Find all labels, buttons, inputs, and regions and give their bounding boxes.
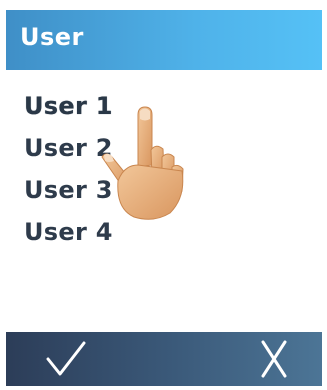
cancel-button[interactable] <box>234 332 314 386</box>
user-select-screen: User User 1 User 2 User 3 User 4 <box>6 10 322 386</box>
page-title: User <box>20 23 84 51</box>
footer-bar <box>6 332 322 386</box>
confirm-button[interactable] <box>26 332 106 386</box>
x-icon <box>261 340 287 378</box>
header-bar: User <box>6 10 322 70</box>
checkmark-icon <box>46 341 86 376</box>
pointing-hand-icon <box>101 106 184 220</box>
